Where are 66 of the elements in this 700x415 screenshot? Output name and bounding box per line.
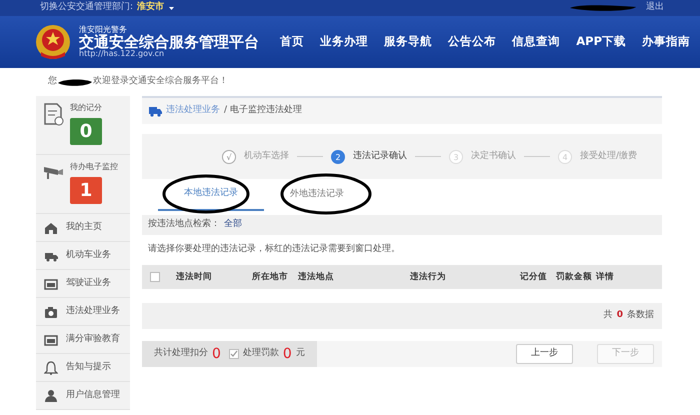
checkbox[interactable] <box>228 349 239 359</box>
notice-text: 请选择你要处理的违法记录，标红的违法记录需要到窗口处理。 <box>147 242 401 256</box>
filter-label: 按违法地点检索： <box>148 218 220 232</box>
nav-link[interactable]: 服务导航 <box>384 33 432 51</box>
total-count: 0 <box>616 309 623 322</box>
fine-label: 处理罚款 <box>242 347 279 360</box>
site-url: http://has.122.gov.cn <box>79 50 164 58</box>
step-label: 违法记录确认 <box>353 150 407 163</box>
sidebar-item[interactable]: 告知与提示 <box>36 354 130 382</box>
points-value: 0 <box>212 347 221 361</box>
sidebar-item[interactable]: 用户信息管理 <box>36 382 130 410</box>
total-label: 条数据 <box>627 309 654 322</box>
switch-label: 切换公安交通管理部门: <box>40 1 134 14</box>
column-header: 所在地市 <box>252 270 289 284</box>
bell-icon <box>44 360 58 374</box>
caret-icon <box>168 6 176 10</box>
sidebar-item[interactable]: 机动车业务 <box>36 242 130 270</box>
column-header: 违法时间 <box>176 270 213 284</box>
step-label: 决定书确认 <box>471 150 516 163</box>
checkbox[interactable] <box>150 272 160 282</box>
total-label: 共 <box>604 309 613 322</box>
fine-value: 0 <box>282 347 292 361</box>
card-icon <box>44 332 58 346</box>
sidebar-item[interactable]: 我的主页 <box>36 214 130 242</box>
site-subtitle: 淮安阳光警务 <box>79 26 128 34</box>
step-indicator: √ <box>222 150 236 164</box>
camera-icon <box>44 304 58 318</box>
filter-link[interactable]: 全部 <box>224 218 242 232</box>
count-badge: 0 <box>70 118 102 145</box>
user-icon <box>44 388 58 402</box>
truck-icon <box>148 105 162 117</box>
step-indicator: 2 <box>331 150 345 164</box>
sidebar-item[interactable]: 驾驶证业务 <box>36 270 130 298</box>
column-header: 详情 <box>596 270 615 284</box>
card-label: 待办电子监控 <box>70 161 118 173</box>
home-icon <box>44 220 58 234</box>
unit-label: 元 <box>296 347 305 360</box>
logout-link[interactable]: 退出 <box>646 1 664 15</box>
document-icon <box>42 102 66 126</box>
count-badge: 1 <box>70 177 102 204</box>
step-label: 机动车选择 <box>244 150 289 163</box>
welcome-prefix: 您 <box>48 75 57 88</box>
redaction-mark <box>57 78 93 86</box>
step-label: 接受处理/缴费 <box>580 150 638 163</box>
column-header: 违法行为 <box>410 270 447 284</box>
site-title: 交通安全综合服务管理平台 <box>79 34 259 50</box>
card-label: 我的记分 <box>70 102 102 114</box>
redaction-mark <box>568 4 638 12</box>
step-button[interactable]: 上一步 <box>516 344 573 364</box>
column-header: 记分值 <box>520 270 548 284</box>
city-dropdown[interactable]: 淮安市 <box>137 1 176 15</box>
nav-link[interactable]: 业务办理 <box>320 33 368 51</box>
sidebar-item[interactable]: 违法处理业务 <box>36 298 130 326</box>
nav-link[interactable]: 办事指南 <box>642 33 690 51</box>
nav-link[interactable]: 信息查询 <box>512 33 560 51</box>
breadcrumb-current: / 电子监控违法处理 <box>224 104 302 118</box>
nav-link[interactable]: 公告公布 <box>448 33 496 51</box>
sidebar-item[interactable]: 满分审验教育 <box>36 326 130 354</box>
card-icon <box>44 276 58 290</box>
emblem-icon <box>35 24 71 60</box>
column-header: 违法地点 <box>298 270 335 284</box>
welcome-text: 欢迎登录交通安全综合服务平台！ <box>93 75 228 88</box>
nav-link[interactable]: 首页 <box>280 33 304 51</box>
nav-link[interactable]: APP下载 <box>576 33 626 51</box>
column-header: 罚款金额 <box>556 270 593 284</box>
points-label: 共计处理扣分 <box>154 347 208 360</box>
